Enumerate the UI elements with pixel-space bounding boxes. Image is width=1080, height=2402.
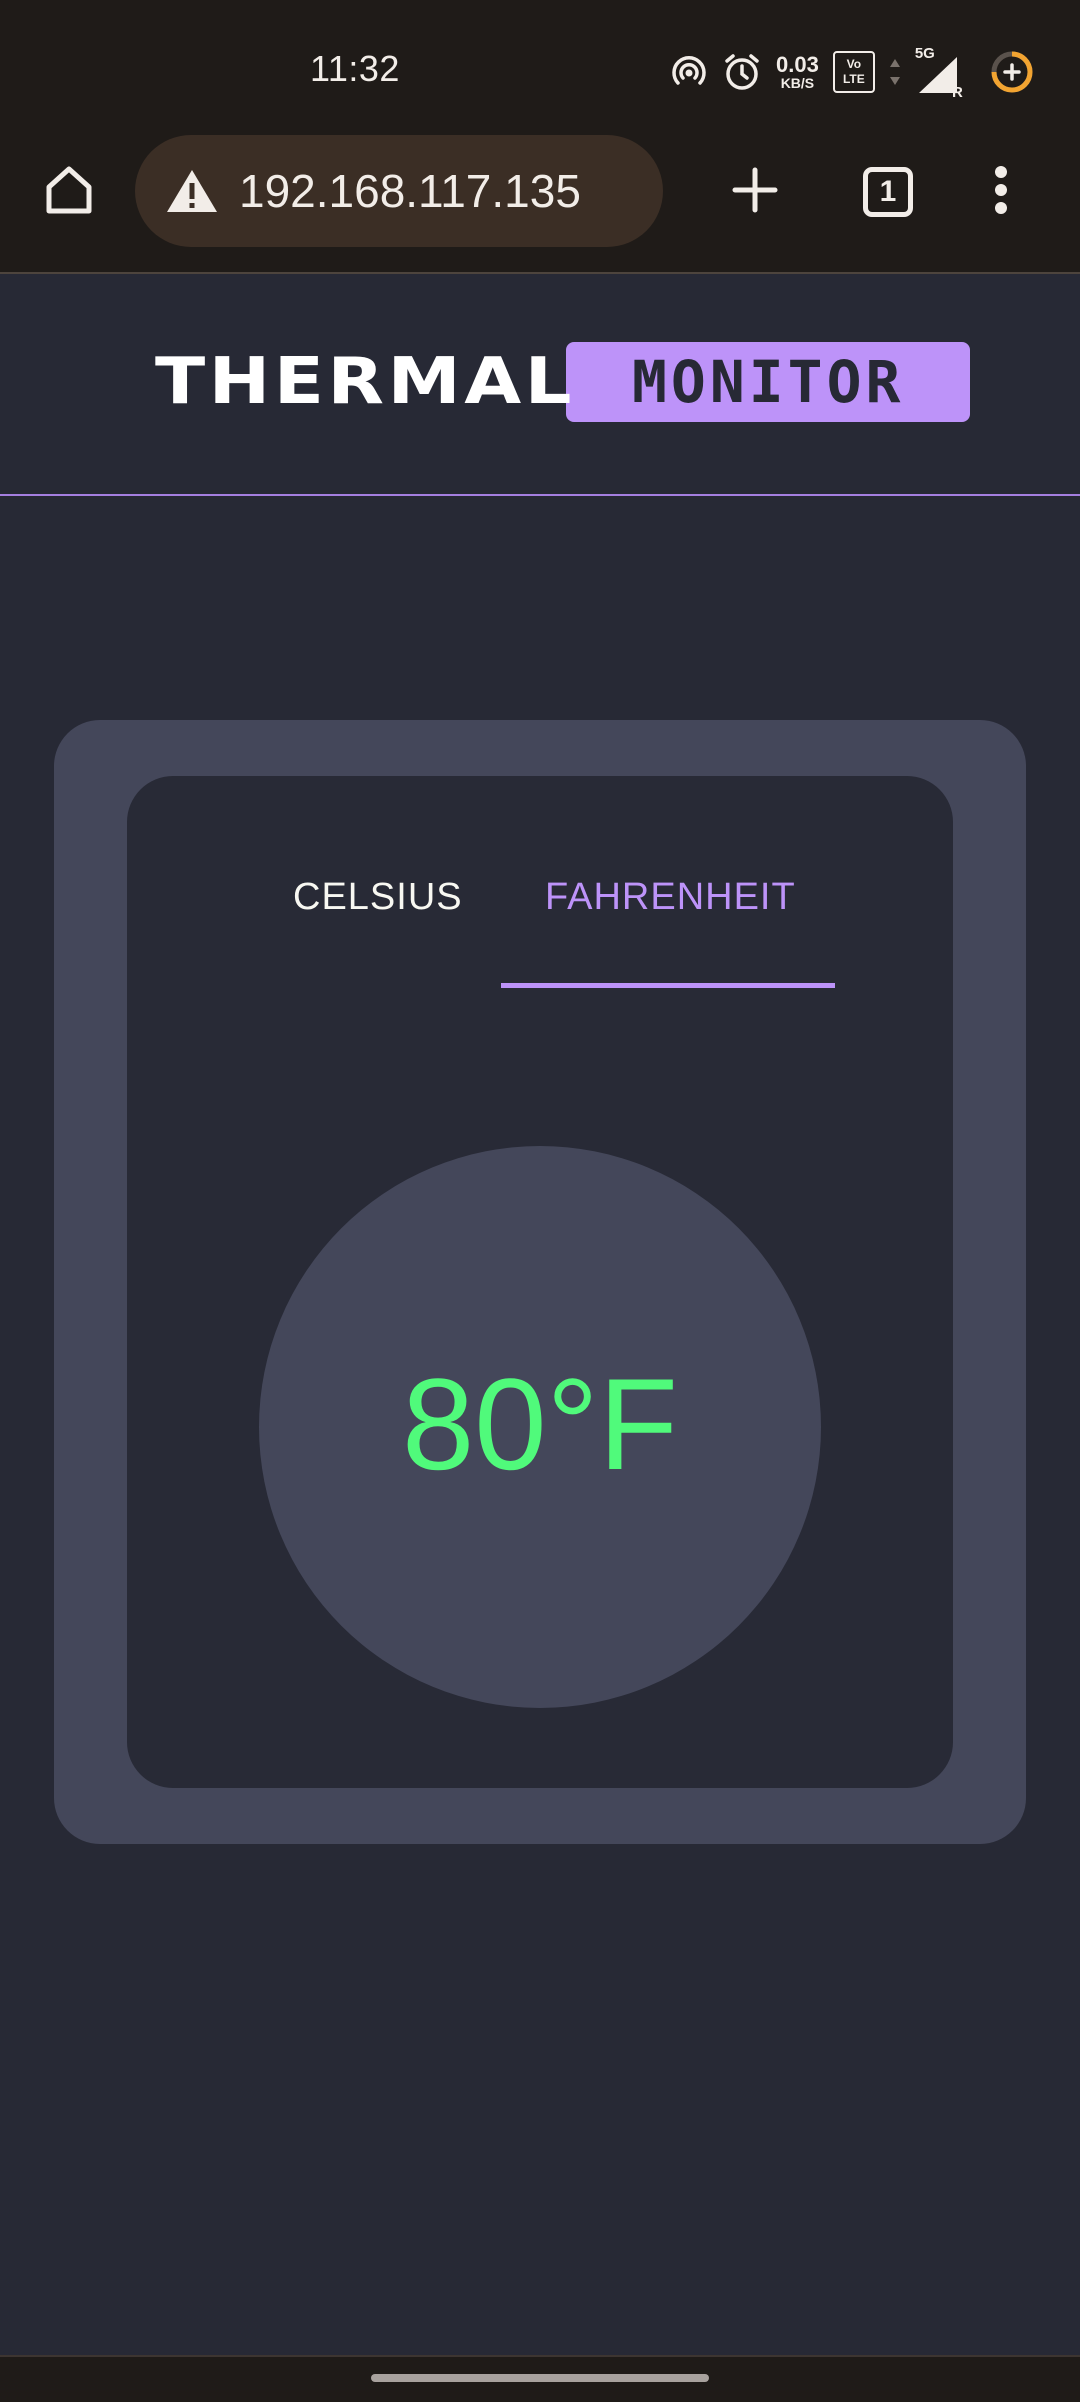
browser-toolbar: 192.168.117.135 1 <box>0 135 1080 274</box>
volte-bottom: LTE <box>842 72 865 86</box>
gesture-handle[interactable] <box>371 2374 709 2382</box>
more-menu-button[interactable] <box>966 157 1036 227</box>
page-header: THERMAL MONITOR <box>0 274 1080 496</box>
navigation-bar <box>0 2355 1080 2402</box>
volte-top: Vo <box>846 57 862 71</box>
signal-label: 5G <box>914 45 935 62</box>
status-bar: 11:32 0.03 KB/S Vo LTE 5G R <box>0 0 1080 135</box>
tab-switcher-button[interactable]: 1 <box>853 157 923 227</box>
new-tab-button[interactable] <box>720 157 790 227</box>
url-text: 192.168.117.135 <box>239 165 581 217</box>
volte-badge: Vo LTE <box>832 51 875 93</box>
tab-celsius[interactable]: CELSIUS <box>293 876 463 919</box>
roaming-label: R <box>951 84 963 101</box>
data-arrows-icon <box>889 57 901 87</box>
unit-tabs: CELSIUS FAHRENHEIT <box>127 776 953 988</box>
net-speed-value: 0.03 <box>776 52 819 77</box>
battery-saver-icon <box>989 49 1035 95</box>
alarm-icon <box>722 52 762 92</box>
thermal-card-body: CELSIUS FAHRENHEIT 80°F <box>127 776 953 1788</box>
active-tab-indicator <box>501 983 835 988</box>
brand-word: THERMAL <box>155 345 576 419</box>
brand-pill: MONITOR <box>566 342 971 422</box>
status-time: 11:32 <box>310 48 400 89</box>
thermal-card: CELSIUS FAHRENHEIT 80°F <box>54 720 1026 1844</box>
home-icon <box>42 163 96 222</box>
signal-icon: 5G R <box>915 45 963 101</box>
tab-fahrenheit[interactable]: FAHRENHEIT <box>545 876 796 919</box>
status-icons: 0.03 KB/S Vo LTE 5G R <box>670 44 1035 101</box>
temperature-value: 80°F <box>402 1351 678 1497</box>
more-menu-icon <box>994 165 1008 220</box>
url-bar[interactable]: 192.168.117.135 <box>135 135 663 247</box>
net-speed: 0.03 KB/S <box>776 52 819 91</box>
brand-logo: THERMAL MONITOR <box>155 342 971 422</box>
hotspot-icon <box>670 53 708 91</box>
temperature-gauge: 80°F <box>259 1146 821 1708</box>
home-button[interactable] <box>34 157 104 227</box>
new-tab-icon <box>730 165 780 220</box>
net-speed-unit: KB/S <box>780 75 815 91</box>
brand-pill-text: MONITOR <box>632 348 905 416</box>
warning-icon[interactable] <box>165 168 219 214</box>
tab-switcher-icon: 1 <box>863 167 913 217</box>
